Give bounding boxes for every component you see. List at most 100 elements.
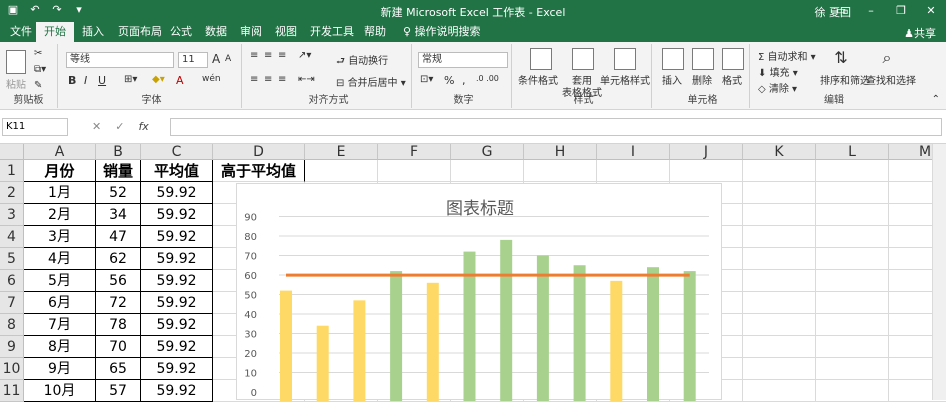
- format-cells-icon[interactable]: [722, 48, 744, 70]
- column-header-j[interactable]: J: [670, 144, 743, 160]
- chart-bar[interactable]: [353, 300, 366, 402]
- delete-cells-label[interactable]: 删除: [692, 72, 712, 87]
- cell-l4[interactable]: [816, 226, 889, 248]
- cell-k11[interactable]: [743, 380, 816, 402]
- format-painter-icon[interactable]: ✎: [34, 80, 42, 91]
- cell-f1[interactable]: [378, 160, 451, 182]
- cell-c9[interactable]: 59.92: [141, 336, 213, 358]
- column-header-e[interactable]: E: [305, 144, 378, 160]
- insert-cells-icon[interactable]: [662, 48, 684, 70]
- bold-button[interactable]: B: [68, 74, 76, 87]
- cell-b5[interactable]: 62: [96, 248, 141, 270]
- cell-a3[interactable]: 2月: [24, 204, 96, 226]
- row-header-3[interactable]: 3: [0, 204, 24, 226]
- tab-insert[interactable]: 插入: [74, 22, 112, 42]
- ribbon-display-icon[interactable]: ▭: [826, 0, 856, 22]
- cell-c11[interactable]: 59.92: [141, 380, 213, 402]
- cell-styles-icon[interactable]: [614, 48, 636, 70]
- cell-b8[interactable]: 78: [96, 314, 141, 336]
- enter-icon[interactable]: ✓: [115, 120, 124, 133]
- cell-c7[interactable]: 59.92: [141, 292, 213, 314]
- cell-c10[interactable]: 59.92: [141, 358, 213, 380]
- cell-a1[interactable]: 月份: [24, 160, 96, 182]
- row-header-9[interactable]: 9: [0, 336, 24, 358]
- italic-button[interactable]: I: [84, 74, 87, 87]
- minimize-icon[interactable]: –: [856, 0, 886, 22]
- cell-l2[interactable]: [816, 182, 889, 204]
- cell-c8[interactable]: 59.92: [141, 314, 213, 336]
- column-header-g[interactable]: G: [451, 144, 524, 160]
- bottom-align-icon[interactable]: ≡: [278, 50, 286, 61]
- tab-view[interactable]: 视图: [267, 22, 305, 42]
- conditional-format-icon[interactable]: [530, 48, 552, 70]
- cell-j1[interactable]: [670, 160, 743, 182]
- cell-k8[interactable]: [743, 314, 816, 336]
- chart-bar[interactable]: [536, 255, 549, 402]
- cell-b9[interactable]: 70: [96, 336, 141, 358]
- sort-filter-icon[interactable]: ⇅: [830, 48, 852, 70]
- share-button[interactable]: ♟共享: [904, 25, 936, 41]
- row-header-8[interactable]: 8: [0, 314, 24, 336]
- cell-d1[interactable]: 高于平均值: [213, 160, 305, 182]
- chart-bar[interactable]: [280, 290, 292, 402]
- cell-b6[interactable]: 56: [96, 270, 141, 292]
- sort-filter-label[interactable]: 排序和筛选: [820, 72, 870, 87]
- font-name-select[interactable]: 等线: [66, 52, 174, 68]
- cell-l3[interactable]: [816, 204, 889, 226]
- restore-icon[interactable]: ❐: [886, 0, 916, 22]
- conditional-format-label[interactable]: 条件格式: [518, 72, 558, 87]
- row-header-4[interactable]: 4: [0, 226, 24, 248]
- tab-developer[interactable]: 开发工具: [302, 22, 362, 42]
- cell-c2[interactable]: 59.92: [141, 182, 213, 204]
- comma-button[interactable]: ,: [462, 74, 466, 87]
- formula-input[interactable]: [170, 118, 942, 136]
- tab-review[interactable]: 审阅: [232, 22, 270, 42]
- cell-a11[interactable]: 10月: [24, 380, 96, 402]
- cell-k6[interactable]: [743, 270, 816, 292]
- align-right-icon[interactable]: ≡: [278, 74, 286, 85]
- cell-b11[interactable]: 57: [96, 380, 141, 402]
- chart-bar[interactable]: [500, 239, 513, 402]
- cell-l8[interactable]: [816, 314, 889, 336]
- format-cells-label[interactable]: 格式: [722, 72, 742, 87]
- collapse-ribbon-icon[interactable]: ⌃: [932, 94, 940, 105]
- cell-a6[interactable]: 5月: [24, 270, 96, 292]
- column-header-a[interactable]: A: [24, 144, 96, 160]
- cell-c4[interactable]: 59.92: [141, 226, 213, 248]
- column-header-f[interactable]: F: [378, 144, 451, 160]
- borders-icon[interactable]: ⊞▾: [124, 74, 137, 85]
- cell-k10[interactable]: [743, 358, 816, 380]
- column-header-c[interactable]: C: [141, 144, 213, 160]
- phonetic-icon[interactable]: wén: [202, 74, 221, 84]
- cell-a4[interactable]: 3月: [24, 226, 96, 248]
- row-header-1[interactable]: 1: [0, 160, 24, 182]
- cell-b3[interactable]: 34: [96, 204, 141, 226]
- row-header-5[interactable]: 5: [0, 248, 24, 270]
- merge-center-button[interactable]: ⊟ 合并后居中 ▾: [336, 74, 406, 89]
- column-header-h[interactable]: H: [524, 144, 597, 160]
- cell-k2[interactable]: [743, 182, 816, 204]
- copy-icon[interactable]: ⧉▾: [34, 64, 46, 75]
- cancel-icon[interactable]: ✕: [92, 120, 101, 133]
- cell-k4[interactable]: [743, 226, 816, 248]
- font-color-icon[interactable]: A: [176, 74, 184, 87]
- column-header-i[interactable]: I: [597, 144, 670, 160]
- row-header-7[interactable]: 7: [0, 292, 24, 314]
- cut-icon[interactable]: ✂: [34, 48, 42, 59]
- decimal-icons[interactable]: .0 .00: [476, 74, 499, 83]
- cell-styles-label[interactable]: 单元格样式: [600, 72, 650, 87]
- cell-c1[interactable]: 平均值: [141, 160, 213, 182]
- font-size-select[interactable]: 11: [178, 52, 208, 68]
- column-header-k[interactable]: K: [743, 144, 816, 160]
- close-icon[interactable]: ✕: [916, 0, 946, 22]
- wrap-text-button[interactable]: ⮐ 自动换行: [336, 52, 388, 71]
- cell-a7[interactable]: 6月: [24, 292, 96, 314]
- chart-bar[interactable]: [573, 265, 586, 402]
- cell-a5[interactable]: 4月: [24, 248, 96, 270]
- orientation-icon[interactable]: ↗▾: [298, 50, 311, 61]
- cell-l6[interactable]: [816, 270, 889, 292]
- cell-k5[interactable]: [743, 248, 816, 270]
- find-select-icon[interactable]: ⌕: [876, 48, 898, 70]
- paste-icon[interactable]: [6, 50, 26, 74]
- cell-i1[interactable]: [597, 160, 670, 182]
